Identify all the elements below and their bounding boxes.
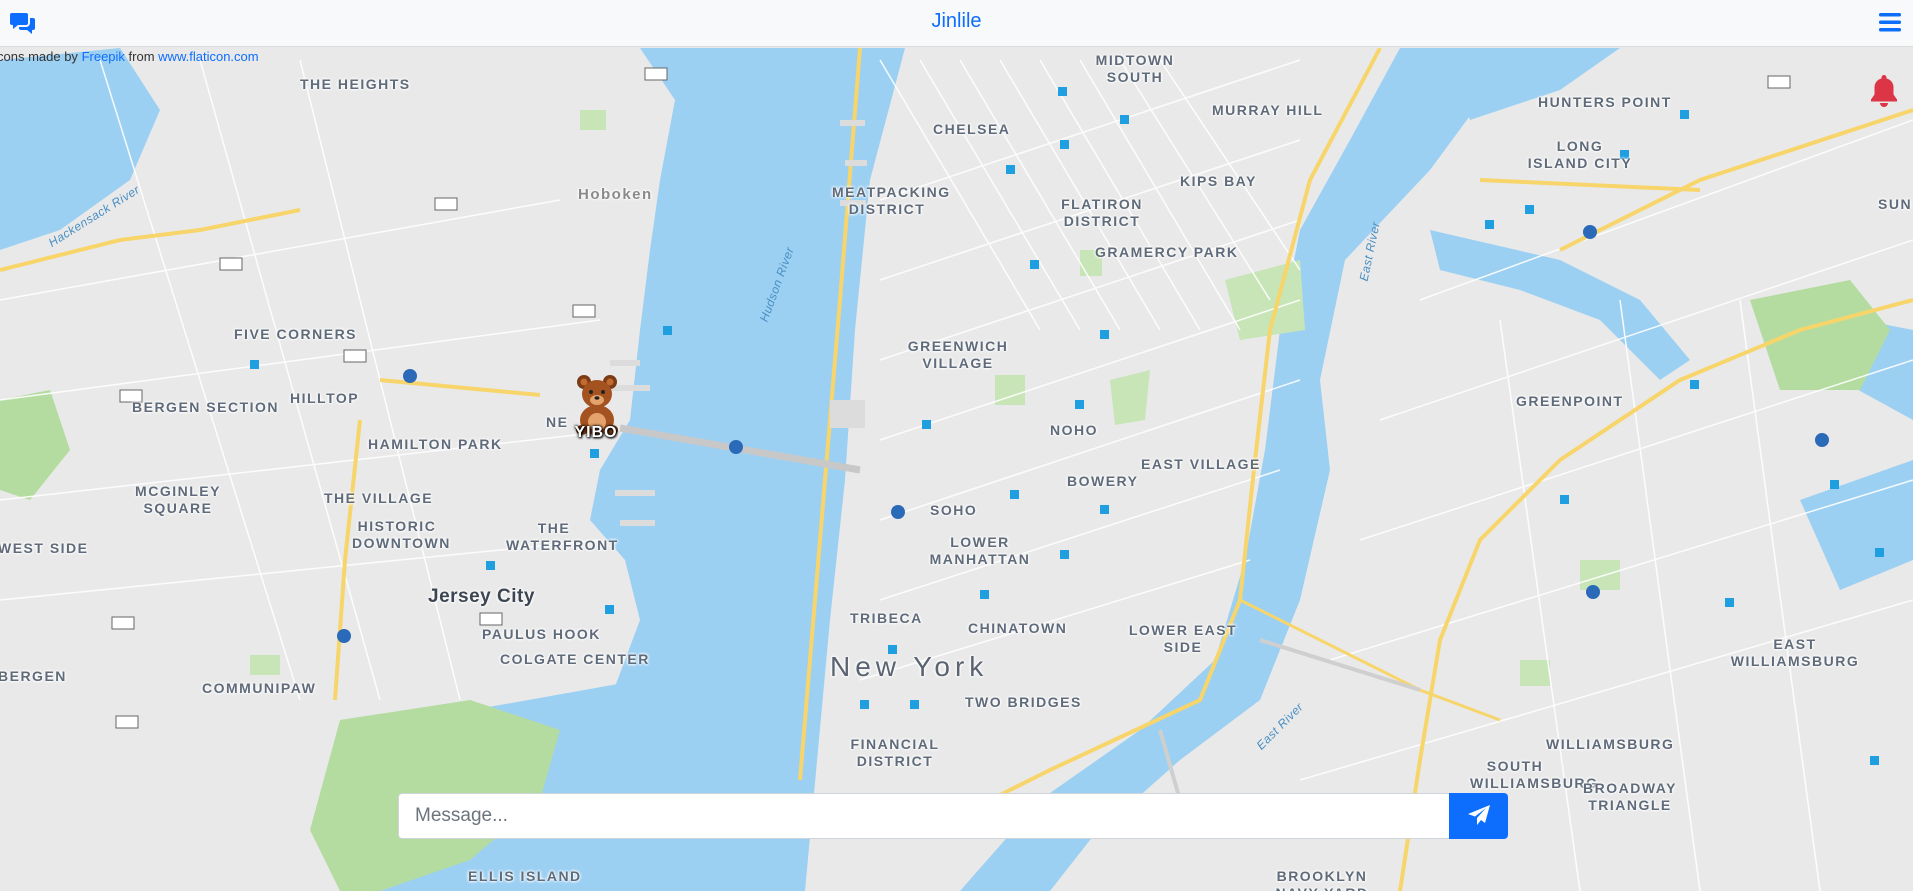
map-label: COLGATE CENTER: [500, 651, 650, 667]
user-marker-name: YIBO: [574, 424, 618, 441]
map-label: KIPS BAY: [1180, 173, 1257, 189]
map-label: LOWER MANHATTAN: [929, 534, 1031, 567]
map-label: FIVE CORNERS: [234, 326, 358, 342]
map-label: SUN: [1878, 196, 1913, 212]
map-label: MEATPACKING DISTRICT: [832, 184, 951, 217]
map-label: MURRAY HILL: [1212, 102, 1324, 118]
map-label-partial: NE: [546, 414, 569, 430]
map-label: LONG ISLAND CITY: [1527, 138, 1633, 171]
map-label: SOHO: [930, 502, 978, 518]
icon-attribution: cons made by Freepik from www.flaticon.c…: [0, 49, 259, 64]
map-label: TRIBECA: [850, 610, 923, 626]
map-label: WEST SIDE: [0, 540, 89, 556]
map-label: NOHO: [1050, 422, 1098, 438]
send-button[interactable]: [1449, 793, 1508, 839]
map-label: HAMILTON PARK: [368, 436, 503, 452]
map-label: BOWERY: [1067, 473, 1139, 489]
map-label: Jersey City: [428, 586, 535, 607]
map-label: MIDTOWN SOUTH: [1095, 52, 1175, 85]
map-label: CHELSEA: [933, 121, 1011, 137]
map-label: PAULUS HOOK: [482, 626, 601, 642]
map-label: CHINATOWN: [968, 620, 1068, 636]
map-tiles: [0, 48, 1913, 891]
map-label: THE WATERFRONT: [506, 520, 619, 553]
map-label: WILLIAMSBURG: [1546, 736, 1675, 752]
map-label: BROOKLYN NAVY YARD: [1275, 868, 1368, 891]
map-label: BROADWAY TRIANGLE: [1583, 780, 1677, 813]
map-label: GREENWICH VILLAGE: [907, 338, 1009, 371]
top-navbar: Jinlile: [0, 0, 1913, 47]
map-label: New York: [830, 651, 989, 682]
map-label: HILLTOP: [290, 390, 360, 406]
map-label: GRAMERCY PARK: [1095, 244, 1239, 260]
map-label: HUNTERS POINT: [1538, 94, 1672, 110]
map-label: COMMUNIPAW: [202, 680, 317, 696]
map-label: Hoboken: [578, 186, 653, 203]
attribution-prefix: cons made by: [0, 49, 78, 64]
map-label: MCGINLEY SQUARE: [135, 483, 221, 516]
map-label: EAST VILLAGE: [1141, 456, 1261, 472]
map-label: LOWER EAST SIDE: [1128, 622, 1238, 655]
map-label: THE HEIGHTS: [300, 76, 411, 92]
map-label: TWO BRIDGES: [965, 694, 1082, 710]
brand-title[interactable]: Jinlile: [0, 10, 1913, 33]
bell-icon[interactable]: [1869, 72, 1899, 108]
hamburger-menu-icon[interactable]: [1877, 10, 1903, 34]
freepik-link[interactable]: Freepik: [82, 49, 125, 64]
map-label: FLATIRON DISTRICT: [1061, 196, 1143, 229]
message-input[interactable]: [398, 793, 1450, 839]
map-label: ELLIS ISLAND: [468, 868, 582, 884]
map-label: GREENPOINT: [1516, 393, 1624, 409]
map-label: FINANCIAL DISTRICT: [850, 736, 940, 769]
paper-plane-icon: [1467, 804, 1490, 825]
message-bar: [398, 793, 1508, 839]
map-label: EAST WILLIAMSBURG: [1730, 636, 1860, 669]
map-label: SOUTH WILLIAMSBURG: [1470, 758, 1599, 791]
flaticon-link[interactable]: www.flaticon.com: [158, 49, 258, 64]
attribution-middle: from: [128, 49, 155, 64]
map-label: HISTORIC DOWNTOWN: [352, 518, 451, 551]
map-label: BERGEN SECTION: [132, 399, 280, 415]
map-view[interactable]: THE HEIGHTS Hoboken MIDTOWN SOUTH MURRAY…: [0, 48, 1913, 891]
map-label: BERGEN: [0, 668, 67, 684]
map-label: THE VILLAGE: [324, 490, 434, 506]
